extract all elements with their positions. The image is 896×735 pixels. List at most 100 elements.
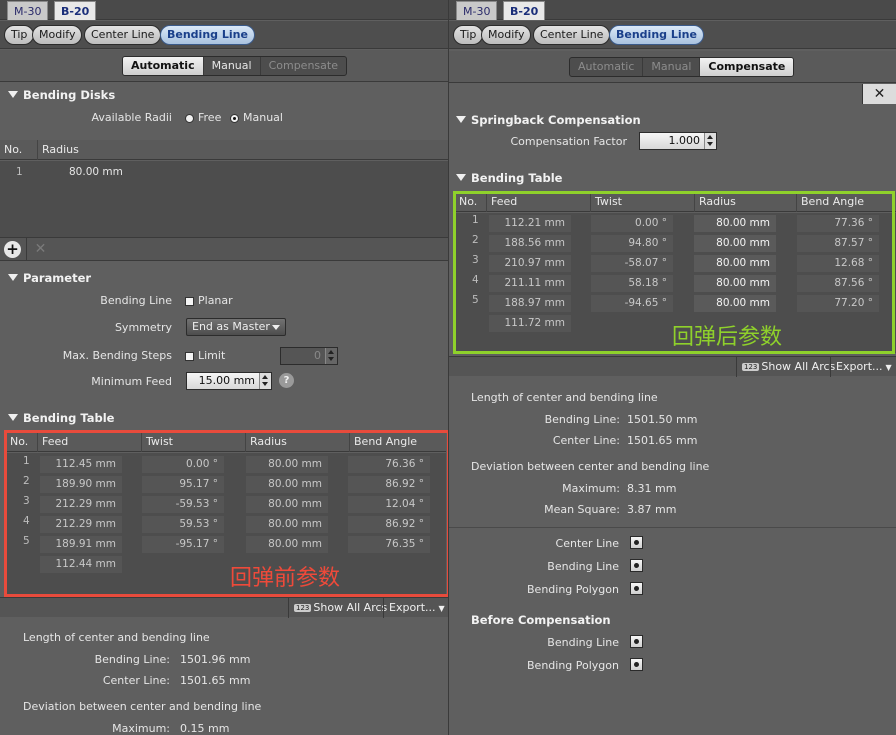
bending-line-label: Bending Line xyxy=(100,294,172,307)
help-icon[interactable]: ? xyxy=(279,373,294,388)
bending-line-button[interactable]: Bending Line xyxy=(609,25,704,45)
mode-automatic[interactable]: Automatic xyxy=(123,57,204,75)
planar-checkbox[interactable] xyxy=(185,297,194,306)
center-line-button[interactable]: Center Line xyxy=(84,25,162,45)
document-tabs: M-30 B-20 xyxy=(449,0,896,20)
center-line-length-label: Center Line: xyxy=(102,674,170,687)
mode-segmented-control: Automatic Manual Compensate xyxy=(569,57,795,77)
radio-free[interactable] xyxy=(185,114,194,123)
col-radius[interactable]: Radius xyxy=(38,140,448,160)
show-all-arcs-button[interactable]: 123 Show All Arcs xyxy=(288,598,392,618)
collapse-triangle-icon xyxy=(456,116,466,123)
limit-value: 0 xyxy=(314,349,321,362)
before-bending-line-label: Bending Line xyxy=(547,636,619,649)
bending-line-eye-icon[interactable] xyxy=(630,559,643,572)
mode-manual[interactable]: Manual xyxy=(643,58,701,76)
tool-row: Tip Modify Center Line Bending Line xyxy=(0,21,448,49)
maximum-value: 8.31 mm xyxy=(627,482,677,495)
disks-table-header: No. Radius xyxy=(0,140,448,160)
remove-disk-icon[interactable]: ✕ xyxy=(26,238,54,261)
limit-checkbox[interactable] xyxy=(185,352,194,361)
chevron-down-icon: ▼ xyxy=(885,363,892,372)
close-icon[interactable]: ✕ xyxy=(862,84,896,104)
stepper-arrows-icon[interactable] xyxy=(704,133,716,149)
tab-m30[interactable]: M-30 xyxy=(7,1,49,20)
add-disk-icon[interactable]: + xyxy=(4,241,21,258)
export-label: Export... xyxy=(389,601,436,614)
bending-line-length-label: Bending Line: xyxy=(544,413,620,426)
collapse-triangle-icon xyxy=(8,274,18,281)
mode-row: Automatic Manual Compensate xyxy=(0,50,448,82)
col-no[interactable]: No. xyxy=(0,140,38,160)
stepper-arrows-icon[interactable] xyxy=(259,373,271,389)
green-highlight-box xyxy=(453,191,895,354)
bending-disks-heading[interactable]: Bending Disks xyxy=(8,88,115,102)
symmetry-label: Symmetry xyxy=(114,321,172,334)
panel-header-strip: ✕ xyxy=(449,84,896,104)
length-heading: Length of center and bending line xyxy=(471,391,658,404)
deviation-heading: Deviation between center and bending lin… xyxy=(471,460,710,473)
modify-button[interactable]: Modify xyxy=(32,25,83,45)
maximum-label: Maximum: xyxy=(562,482,620,495)
radio-manual-label: Manual xyxy=(243,111,283,124)
center-line-length-label: Center Line: xyxy=(552,434,620,447)
mode-automatic[interactable]: Automatic xyxy=(570,58,644,76)
numeric-123-icon: 123 xyxy=(742,363,760,371)
disks-toolbar: + ✕ xyxy=(0,237,448,261)
mode-compensate[interactable]: Compensate xyxy=(261,57,346,75)
disk-row-no: 1 xyxy=(16,166,23,178)
tool-row: Tip Modify Center Line Bending Line xyxy=(449,21,896,49)
before-bending-line-eye-icon[interactable] xyxy=(630,635,643,648)
mode-compensate[interactable]: Compensate xyxy=(700,58,794,76)
before-bending-polygon-eye-icon[interactable] xyxy=(630,658,643,671)
export-button[interactable]: Export... ▼ xyxy=(383,598,448,618)
center-line-length-value: 1501.65 mm xyxy=(627,434,698,447)
bending-table-heading[interactable]: Bending Table xyxy=(8,411,114,425)
limit-stepper[interactable]: 0 xyxy=(280,347,338,365)
tab-m30[interactable]: M-30 xyxy=(456,1,498,20)
show-all-arcs-label: Show All Arcs xyxy=(313,601,388,614)
center-line-length-value: 1501.65 mm xyxy=(180,674,251,687)
export-button[interactable]: Export... ▼ xyxy=(830,357,896,377)
available-radii-label: Available Radii xyxy=(91,111,172,124)
tab-b20[interactable]: B-20 xyxy=(503,1,546,20)
right-panel: M-30 B-20 Tip Modify Center Line Bending… xyxy=(449,0,896,735)
before-compensation-heading: Before Compensation xyxy=(471,613,611,627)
limit-label: Limit xyxy=(198,349,226,362)
stepper-arrows-icon[interactable] xyxy=(325,348,337,364)
tab-b20[interactable]: B-20 xyxy=(54,1,97,20)
deviation-heading: Deviation between center and bending lin… xyxy=(23,700,262,713)
separator xyxy=(449,527,896,528)
modify-button[interactable]: Modify xyxy=(481,25,532,45)
bending-line-visibility-label: Bending Line xyxy=(547,560,619,573)
radio-manual[interactable] xyxy=(230,114,239,123)
disk-row-radius[interactable]: 80.00 mm xyxy=(69,166,123,178)
mode-manual[interactable]: Manual xyxy=(204,57,261,75)
bending-table-heading[interactable]: Bending Table xyxy=(456,171,562,185)
compensation-factor-stepper[interactable]: 1.000 xyxy=(639,132,717,150)
center-line-eye-icon[interactable] xyxy=(630,536,643,549)
numeric-123-icon: 123 xyxy=(294,604,312,612)
collapse-triangle-icon xyxy=(456,174,466,181)
bending-line-button[interactable]: Bending Line xyxy=(160,25,255,45)
radio-free-label: Free xyxy=(198,111,222,124)
minimum-feed-label: Minimum Feed xyxy=(91,375,172,388)
tip-button[interactable]: Tip xyxy=(453,25,484,45)
show-all-arcs-button[interactable]: 123 Show All Arcs xyxy=(736,357,840,377)
center-line-button[interactable]: Center Line xyxy=(533,25,611,45)
parameter-heading[interactable]: Parameter xyxy=(8,271,91,285)
show-all-arcs-label: Show All Arcs xyxy=(761,360,836,373)
left-panel: M-30 B-20 Tip Modify Center Line Bending… xyxy=(0,0,448,735)
minimum-feed-value: 15.00 mm xyxy=(198,374,255,387)
symmetry-dropdown[interactable]: End as Master xyxy=(186,318,286,336)
symmetry-value: End as Master xyxy=(192,320,270,333)
bending-polygon-eye-icon[interactable] xyxy=(630,582,643,595)
minimum-feed-stepper[interactable]: 15.00 mm xyxy=(186,372,272,390)
bending-line-length-value: 1501.96 mm xyxy=(180,653,251,666)
springback-heading[interactable]: Springback Compensation xyxy=(456,113,641,127)
mean-square-label: Mean Square: xyxy=(544,503,620,516)
tip-button[interactable]: Tip xyxy=(4,25,35,45)
disks-table-body: 1 80.00 mm xyxy=(0,161,448,237)
maximum-label: Maximum: xyxy=(112,722,170,735)
bending-line-length-value: 1501.50 mm xyxy=(627,413,698,426)
